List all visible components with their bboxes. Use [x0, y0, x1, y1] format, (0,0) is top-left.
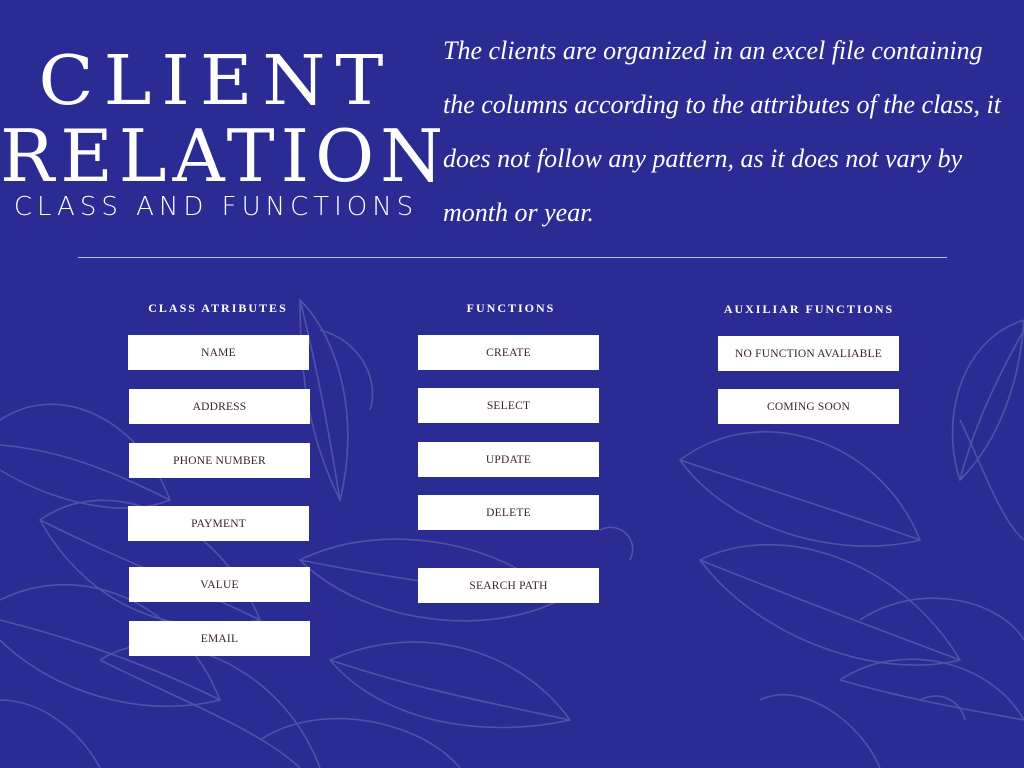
function-select-button[interactable]: SELECT	[418, 388, 599, 423]
auxiliar-coming-soon-button[interactable]: COMING SOON	[718, 389, 899, 424]
class-attributes-header: CLASS ATRIBUTES	[148, 301, 288, 315]
description-text: The clients are organized in an excel fi…	[443, 36, 1001, 227]
title-line-1: CLIENT	[38, 40, 394, 120]
attribute-payment-button[interactable]: PAYMENT	[128, 506, 309, 541]
attribute-value-button[interactable]: VALUE	[129, 567, 310, 602]
functions-header: FUNCTIONS	[466, 301, 556, 315]
title-line-2: RELATION	[0, 114, 450, 198]
function-delete-button[interactable]: DELETE	[418, 495, 599, 530]
subtitle: CLASS AND FUNCTIONS	[13, 192, 419, 222]
auxiliar-no-function-button[interactable]: NO FUNCTION AVALIABLE	[718, 336, 899, 371]
function-update-button[interactable]: UPDATE	[418, 442, 599, 477]
auxiliar-functions-header: AUXILIAR FUNCTIONS	[723, 302, 895, 316]
function-search-path-button[interactable]: SEARCH PATH	[418, 568, 599, 603]
title-block: CLIENT RELATION CLASS AND FUNCTIONS	[0, 40, 450, 222]
attribute-name-button[interactable]: NAME	[128, 335, 309, 370]
attribute-email-button[interactable]: EMAIL	[129, 621, 310, 656]
attribute-phone-number-button[interactable]: PHONE NUMBER	[129, 443, 310, 478]
function-create-button[interactable]: CREATE	[418, 335, 599, 370]
divider	[78, 257, 947, 258]
attribute-address-button[interactable]: ADDRESS	[129, 389, 310, 424]
